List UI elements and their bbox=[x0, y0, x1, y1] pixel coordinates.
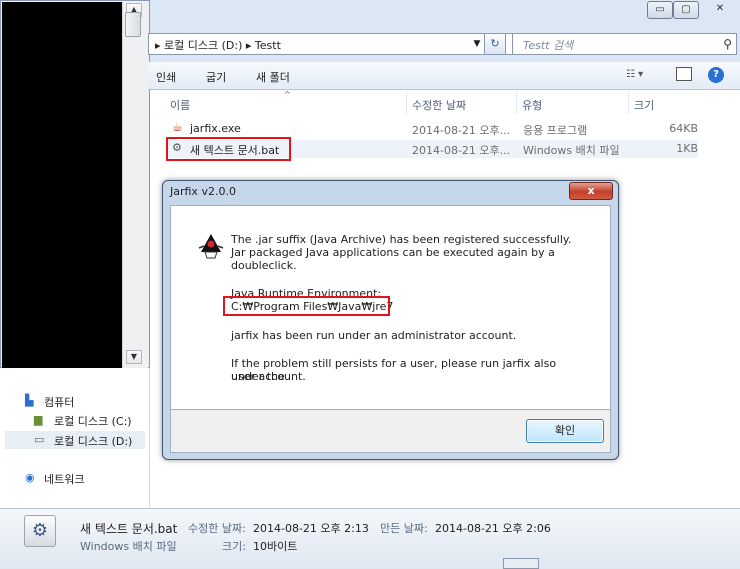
problem-message: user account. bbox=[231, 370, 306, 383]
taskbar-thumbnail bbox=[503, 558, 539, 569]
details-type: Windows 배치 파일 bbox=[80, 540, 177, 553]
file-size: 1KB bbox=[676, 142, 698, 155]
minimize-button[interactable]: ▭ bbox=[647, 1, 673, 19]
maximize-button[interactable]: ▢ bbox=[673, 1, 699, 19]
scroll-thumb[interactable] bbox=[125, 12, 141, 37]
column-header-name[interactable]: 이름 bbox=[170, 97, 190, 113]
details-created-label: 만든 날짜: bbox=[380, 522, 428, 535]
breadcrumb-arrow-icon: ▸ bbox=[155, 39, 161, 52]
print-button[interactable]: 인쇄 bbox=[156, 69, 176, 85]
breadcrumb: ▸ 로컬 디스크 (D:) ▸ Testt bbox=[155, 37, 281, 53]
highlight-box-jre-path bbox=[223, 296, 390, 316]
nav-network[interactable]: 네트워크 bbox=[44, 471, 84, 487]
dialog-message: Jar packaged Java applications can be ex… bbox=[231, 246, 555, 259]
file-modified: 2014-08-21 오후... bbox=[412, 124, 511, 137]
window-controls: ▭ ▢ ✕ bbox=[647, 0, 739, 20]
column-header-modified[interactable]: 수정한 날짜 bbox=[412, 97, 466, 113]
burn-button[interactable]: 굽기 bbox=[206, 69, 226, 85]
drive-d-icon: ▭ bbox=[34, 433, 45, 446]
network-icon: ◉ bbox=[25, 471, 35, 484]
column-header-type[interactable]: 유형 bbox=[522, 97, 542, 113]
column-divider bbox=[406, 92, 407, 114]
breadcrumb-drive[interactable]: 로컬 디스크 (D:) bbox=[164, 39, 242, 52]
drive-c-icon: ▆ bbox=[34, 413, 43, 426]
vertical-scrollbar[interactable]: ▲ ▼ bbox=[122, 2, 148, 368]
search-icon[interactable]: ⚲ bbox=[723, 37, 732, 51]
java-duke-icon bbox=[198, 234, 224, 259]
details-modified-label: 수정한 날짜: bbox=[188, 522, 246, 535]
dialog-close-button[interactable]: x bbox=[569, 182, 613, 200]
file-type: 응용 프로그램 bbox=[523, 124, 588, 137]
refresh-icon[interactable]: ↻ bbox=[484, 33, 506, 55]
file-row[interactable]: ☕ jarfix.exe 2014-08-21 오후... 응용 프로그램 64… bbox=[168, 119, 698, 139]
java-exe-icon: ☕ bbox=[172, 120, 183, 134]
file-size: 64KB bbox=[669, 122, 698, 135]
address-dropdown-icon[interactable]: ▼ bbox=[470, 33, 484, 55]
search-placeholder: Testt 검색 bbox=[523, 39, 574, 52]
preview-pane-icon[interactable] bbox=[676, 67, 692, 81]
details-created-value: 2014-08-21 오후 2:06 bbox=[435, 522, 551, 535]
nav-computer[interactable]: 컴퓨터 bbox=[44, 394, 74, 410]
file-modified: 2014-08-21 오후... bbox=[412, 144, 511, 157]
computer-icon: ▙ bbox=[25, 394, 34, 407]
batch-file-large-icon: ⚙ bbox=[24, 515, 56, 547]
highlight-box-bat bbox=[166, 137, 291, 161]
new-folder-button[interactable]: 새 폴더 bbox=[256, 69, 290, 85]
details-size-value: 10바이트 bbox=[253, 540, 298, 553]
close-button[interactable]: ✕ bbox=[703, 1, 737, 19]
breadcrumb-arrow-icon: ▸ bbox=[245, 39, 252, 52]
view-options-icon[interactable]: ☷ ▾ bbox=[626, 69, 643, 80]
details-filename: 새 텍스트 문서.bat bbox=[80, 522, 178, 536]
jarfix-dialog: Jarfix v2.0.0 x The .jar suffix (Java Ar… bbox=[162, 180, 619, 460]
column-header-size[interactable]: 크기 bbox=[634, 97, 654, 113]
left-pane: ▲ ▼ bbox=[0, 0, 150, 368]
ok-button[interactable]: 확인 bbox=[526, 419, 604, 443]
nav-drive-d[interactable]: 로컬 디스크 (D:) bbox=[54, 433, 132, 449]
help-icon[interactable]: ? bbox=[708, 67, 724, 83]
dialog-message: The .jar suffix (Java Archive) has been … bbox=[231, 233, 572, 246]
column-divider bbox=[628, 92, 629, 114]
sort-arrow-icon: ^ bbox=[284, 90, 291, 99]
admin-message: jarfix has been run under an administrat… bbox=[231, 329, 517, 342]
search-input[interactable]: Testt 검색 ⚲ bbox=[512, 33, 737, 55]
dialog-footer: 확인 bbox=[170, 410, 611, 453]
breadcrumb-folder[interactable]: Testt bbox=[255, 39, 281, 52]
column-divider bbox=[516, 92, 517, 114]
black-area bbox=[2, 2, 122, 368]
command-bar: 인쇄 굽기 새 폴더 ☷ ▾ ? bbox=[148, 62, 740, 90]
file-type: Windows 배치 파일 bbox=[523, 144, 620, 157]
scroll-down-icon[interactable]: ▼ bbox=[126, 350, 142, 364]
details-size-label: 크기: bbox=[222, 540, 246, 553]
nav-drive-c[interactable]: 로컬 디스크 (C:) bbox=[54, 413, 132, 429]
dialog-message: doubleclick. bbox=[231, 259, 297, 272]
details-modified-value: 2014-08-21 오후 2:13 bbox=[253, 522, 369, 535]
file-name: jarfix.exe bbox=[190, 122, 241, 135]
dialog-title: Jarfix v2.0.0 bbox=[170, 185, 236, 198]
